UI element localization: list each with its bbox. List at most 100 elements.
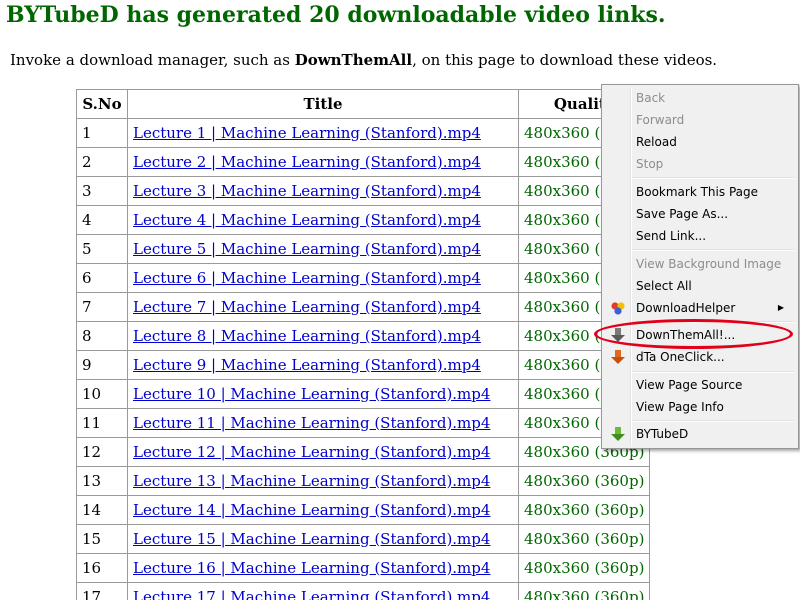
table-row: 14 Lecture 14 | Machine Learning (Stanfor… [76, 495, 651, 525]
menu-separator [632, 177, 794, 179]
table-row: 1 Lecture 1 | Machine Learning (Stanford)… [76, 118, 651, 148]
menu-item-reload[interactable]: Reload [636, 133, 677, 151]
video-link[interactable]: Lecture 6 | Machine Learning (Stanford).… [133, 269, 481, 287]
video-link[interactable]: Lecture 9 | Machine Learning (Stanford).… [133, 356, 481, 374]
row-title-cell: Lecture 15 | Machine Learning (Stanford)… [127, 524, 519, 554]
row-title-cell: Lecture 6 | Machine Learning (Stanford).… [127, 263, 519, 293]
row-number: 9 [76, 350, 128, 380]
menu-item-view-page-info[interactable]: View Page Info [636, 398, 724, 416]
video-link[interactable]: Lecture 5 | Machine Learning (Stanford).… [133, 240, 481, 258]
menu-item-downloadhelper[interactable]: DownloadHelper [636, 299, 735, 317]
menu-item-dta-oneclick[interactable]: dTa OneClick... [636, 348, 725, 366]
table-row: 9 Lecture 9 | Machine Learning (Stanford)… [76, 350, 651, 380]
row-number: 12 [76, 437, 128, 467]
table-row: 12 Lecture 12 | Machine Learning (Stanfor… [76, 437, 651, 467]
highlight-ellipse-annotation [594, 319, 793, 349]
row-title-cell: Lecture 14 | Machine Learning (Stanford)… [127, 495, 519, 525]
video-link[interactable]: Lecture 17 | Machine Learning (Stanford)… [133, 588, 490, 600]
video-link[interactable]: Lecture 12 | Machine Learning (Stanford)… [133, 443, 490, 461]
menu-item-save-page-as[interactable]: Save Page As... [636, 205, 728, 223]
row-quality: 480x360 (360p) [517, 582, 651, 600]
table-row: 4 Lecture 4 | Machine Learning (Stanford)… [76, 205, 651, 235]
row-number: 16 [76, 553, 128, 583]
table-row: 16 Lecture 16 | Machine Learning (Stanfor… [76, 553, 651, 583]
row-title-cell: Lecture 13 | Machine Learning (Stanford)… [127, 466, 519, 496]
video-link[interactable]: Lecture 3 | Machine Learning (Stanford).… [133, 182, 481, 200]
menu-item-bytubed[interactable]: BYTubeD [636, 425, 688, 443]
table-row: 2 Lecture 2 | Machine Learning (Stanford)… [76, 147, 651, 177]
row-quality: 480x360 (360p) [517, 495, 651, 525]
row-title-cell: Lecture 3 | Machine Learning (Stanford).… [127, 176, 519, 206]
table-row: 6 Lecture 6 | Machine Learning (Stanford)… [76, 263, 651, 293]
row-number: 6 [76, 263, 128, 293]
menu-item-view-background-image: View Background Image [636, 257, 782, 271]
row-title-cell: Lecture 11 | Machine Learning (Stanford)… [127, 408, 519, 438]
intro-text-before: Invoke a download manager, such as [10, 51, 295, 69]
column-header-sno: S.No [76, 89, 128, 119]
video-link[interactable]: Lecture 10 | Machine Learning (Stanford)… [133, 385, 490, 403]
dta-oneclick-icon [611, 350, 625, 364]
intro-text-after: , on this page to download these videos. [412, 51, 718, 69]
video-link[interactable]: Lecture 16 | Machine Learning (Stanford)… [133, 559, 490, 577]
menu-separator [632, 420, 794, 422]
menu-separator [632, 249, 794, 251]
row-quality: 480x360 (360p) [517, 466, 651, 496]
table-row: 3 Lecture 3 | Machine Learning (Stanford)… [76, 176, 651, 206]
row-title-cell: Lecture 5 | Machine Learning (Stanford).… [127, 234, 519, 264]
row-number: 17 [76, 582, 128, 600]
row-title-cell: Lecture 17 | Machine Learning (Stanford)… [127, 582, 519, 600]
menu-item-back: Back [636, 91, 666, 105]
menu-item-stop: Stop [636, 157, 664, 171]
column-header-title: Title [127, 89, 519, 119]
menu-item-bookmark-page[interactable]: Bookmark This Page [636, 183, 758, 201]
row-title-cell: Lecture 8 | Machine Learning (Stanford).… [127, 321, 519, 351]
video-link[interactable]: Lecture 4 | Machine Learning (Stanford).… [133, 211, 481, 229]
row-number: 14 [76, 495, 128, 525]
row-number: 5 [76, 234, 128, 264]
bytubed-icon [611, 427, 625, 441]
row-title-cell: Lecture 7 | Machine Learning (Stanford).… [127, 292, 519, 322]
menu-item-send-link[interactable]: Send Link... [636, 227, 706, 245]
video-link[interactable]: Lecture 14 | Machine Learning (Stanford)… [133, 501, 490, 519]
table-row: 8 Lecture 8 | Machine Learning (Stanford)… [76, 321, 651, 351]
row-number: 13 [76, 466, 128, 496]
row-quality: 480x360 (360p) [517, 524, 651, 554]
video-link[interactable]: Lecture 8 | Machine Learning (Stanford).… [133, 327, 481, 345]
row-number: 3 [76, 176, 128, 206]
row-number: 4 [76, 205, 128, 235]
intro-download-manager-name: DownThemAll [294, 51, 413, 69]
row-number: 11 [76, 408, 128, 438]
table-row: 17 Lecture 17 | Machine Learning (Stanfor… [76, 582, 651, 600]
video-links-table: S.No Title Quality 1 Lecture 1 | Machine … [76, 89, 651, 600]
table-row: 13 Lecture 13 | Machine Learning (Stanfor… [76, 466, 651, 496]
downloadhelper-icon [611, 302, 625, 315]
row-number: 8 [76, 321, 128, 351]
row-number: 15 [76, 524, 128, 554]
submenu-arrow-icon: ▶ [777, 303, 784, 312]
row-title-cell: Lecture 12 | Machine Learning (Stanford)… [127, 437, 519, 467]
table-header-row: S.No Title Quality [76, 89, 651, 119]
intro-text: Invoke a download manager, such as DownT… [10, 51, 717, 69]
video-link[interactable]: Lecture 1 | Machine Learning (Stanford).… [133, 124, 481, 142]
video-link[interactable]: Lecture 7 | Machine Learning (Stanford).… [133, 298, 481, 316]
row-title-cell: Lecture 2 | Machine Learning (Stanford).… [127, 147, 519, 177]
video-link[interactable]: Lecture 2 | Machine Learning (Stanford).… [133, 153, 481, 171]
row-title-cell: Lecture 10 | Machine Learning (Stanford)… [127, 379, 519, 409]
row-number: 10 [76, 379, 128, 409]
video-link[interactable]: Lecture 13 | Machine Learning (Stanford)… [133, 472, 490, 490]
video-link[interactable]: Lecture 15 | Machine Learning (Stanford)… [133, 530, 490, 548]
menu-item-view-page-source[interactable]: View Page Source [636, 376, 742, 394]
row-title-cell: Lecture 16 | Machine Learning (Stanford)… [127, 553, 519, 583]
row-number: 7 [76, 292, 128, 322]
row-number: 1 [76, 118, 128, 148]
context-menu: Back Forward Reload Stop Bookmark This P… [601, 84, 799, 449]
menu-item-select-all[interactable]: Select All [636, 277, 692, 295]
menu-separator [632, 371, 794, 373]
video-link[interactable]: Lecture 11 | Machine Learning (Stanford)… [133, 414, 490, 432]
menu-item-forward: Forward [636, 113, 685, 127]
row-title-cell: Lecture 1 | Machine Learning (Stanford).… [127, 118, 519, 148]
row-quality: 480x360 (360p) [517, 553, 651, 583]
row-title-cell: Lecture 9 | Machine Learning (Stanford).… [127, 350, 519, 380]
table-row: 5 Lecture 5 | Machine Learning (Stanford)… [76, 234, 651, 264]
row-number: 2 [76, 147, 128, 177]
